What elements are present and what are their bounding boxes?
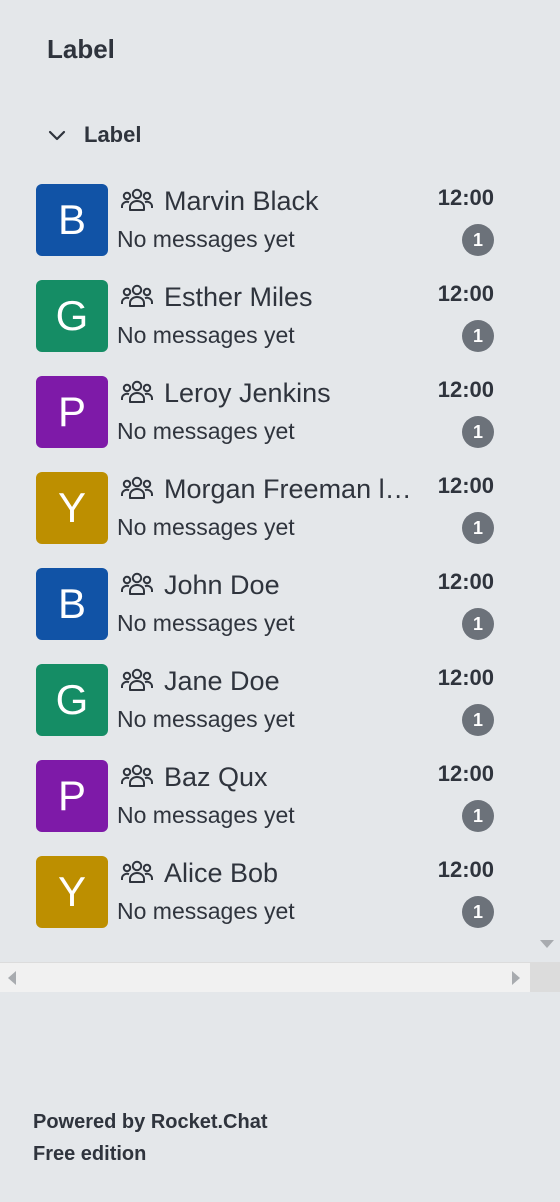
unread-badge: 1: [462, 224, 494, 256]
room-name: Leroy Jenkins: [164, 378, 331, 408]
vertical-scrollbar[interactable]: [530, 0, 560, 962]
room-name: Marvin Black: [164, 186, 319, 216]
horizontal-scrollbar[interactable]: [0, 962, 530, 992]
room-group-label: Label: [84, 122, 142, 147]
room-timestamp: 12:00: [437, 377, 494, 402]
team-icon: [120, 378, 154, 406]
room-timestamp: 12:00: [437, 281, 494, 306]
powered-by-text: Powered by Rocket.Chat: [33, 1111, 268, 1133]
room-list: B Marvin Black 12:00 No messages yet 1 G Esthe…: [0, 176, 530, 944]
team-icon: [120, 570, 154, 598]
room-list-item[interactable]: Y Alice Bob 12:00 No messages yet 1: [0, 848, 530, 944]
unread-badge: 1: [462, 896, 494, 928]
last-message-preview: No messages yet: [117, 610, 295, 636]
last-message-preview: No messages yet: [117, 898, 295, 924]
room-list-item[interactable]: P Leroy Jenkins 12:00 No messages yet 1: [0, 368, 530, 464]
last-message-preview: No messages yet: [117, 706, 295, 732]
last-message-preview: No messages yet: [117, 322, 295, 348]
avatar: B: [36, 568, 108, 640]
team-icon: [120, 762, 154, 790]
edition-text: Free edition: [33, 1143, 147, 1165]
team-icon: [120, 858, 154, 886]
room-list-item[interactable]: G Esther Miles 12:00 No messages yet 1: [0, 272, 530, 368]
room-timestamp: 12:00: [437, 185, 494, 210]
footer: Powered by Rocket.Chat Free edition: [33, 1106, 268, 1170]
room-name: Alice Bob: [164, 858, 279, 888]
avatar: P: [36, 760, 108, 832]
avatar: Y: [36, 472, 108, 544]
unread-badge: 1: [462, 416, 494, 448]
avatar: Y: [36, 856, 108, 928]
avatar: G: [36, 664, 108, 736]
last-message-preview: No messages yet: [117, 802, 295, 828]
room-name: Esther Miles: [164, 282, 313, 312]
room-group-toggle[interactable]: Label: [44, 120, 141, 150]
team-icon: [120, 186, 154, 214]
room-list-item[interactable]: G Jane Doe 12:00 No messages yet 1: [0, 656, 530, 752]
sidebar-panel: Label Label B Marvin Black 12:00 No message…: [0, 0, 560, 992]
room-timestamp: 12:00: [437, 857, 494, 882]
scrollbar-corner: [530, 962, 560, 992]
scroll-right-arrow-icon[interactable]: [512, 971, 520, 985]
team-icon: [120, 282, 154, 310]
room-timestamp: 12:00: [437, 473, 494, 498]
room-list-item[interactable]: B Marvin Black 12:00 No messages yet 1: [0, 176, 530, 272]
room-timestamp: 12:00: [437, 665, 494, 690]
avatar: B: [36, 184, 108, 256]
unread-badge: 1: [462, 320, 494, 352]
unread-badge: 1: [462, 704, 494, 736]
team-icon: [120, 666, 154, 694]
avatar: G: [36, 280, 108, 352]
scroll-left-arrow-icon[interactable]: [8, 971, 16, 985]
sidebar-title: Label: [47, 34, 115, 64]
scroll-down-arrow-icon[interactable]: [540, 940, 554, 948]
room-name: John Doe: [164, 570, 280, 600]
room-name: Jane Doe: [164, 666, 280, 696]
room-name: Morgan Freeman long name: [164, 474, 422, 504]
room-list-item[interactable]: B John Doe 12:00 No messages yet 1: [0, 560, 530, 656]
room-timestamp: 12:00: [437, 569, 494, 594]
team-icon: [120, 474, 154, 502]
last-message-preview: No messages yet: [117, 226, 295, 252]
room-timestamp: 12:00: [437, 761, 494, 786]
room-list-item[interactable]: Y Morgan Freeman long name 12:00 No message…: [0, 464, 530, 560]
unread-badge: 1: [462, 512, 494, 544]
room-name: Baz Qux: [164, 762, 268, 792]
room-list-scroll-area[interactable]: Label Label B Marvin Black 12:00 No message…: [0, 0, 530, 962]
room-list-item[interactable]: P Baz Qux 12:00 No messages yet 1: [0, 752, 530, 848]
avatar: P: [36, 376, 108, 448]
last-message-preview: No messages yet: [117, 418, 295, 444]
unread-badge: 1: [462, 800, 494, 832]
last-message-preview: No messages yet: [117, 514, 295, 540]
chevron-down-icon: [44, 122, 70, 148]
unread-badge: 1: [462, 608, 494, 640]
